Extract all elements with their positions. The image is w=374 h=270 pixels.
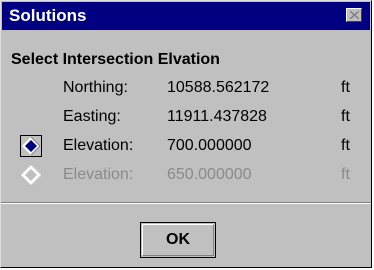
radio-diamond-selected-icon <box>22 137 40 155</box>
close-icon <box>350 11 359 19</box>
title-bar: Solutions <box>2 2 370 30</box>
easting-label: Easting: <box>63 108 121 125</box>
easting-row: Easting: 11911.437828 ft <box>1 108 373 130</box>
elevation-650-unit: ft <box>341 166 350 183</box>
radio-diamond-unselected-icon <box>21 164 42 186</box>
northing-row: Northing: 10588.562172 ft <box>1 79 373 101</box>
elevation-option-650: Elevation: 650.000000 ft <box>1 164 373 190</box>
window-title: Solutions <box>9 6 87 25</box>
elevation-option-700[interactable]: Elevation: 700.000000 ft <box>1 135 373 159</box>
northing-value: 10588.562172 <box>167 79 270 96</box>
divider <box>1 202 371 204</box>
elevation-650-radio <box>21 164 42 190</box>
elevation-700-value: 700.000000 <box>167 137 252 154</box>
elevation-650-label: Elevation: <box>63 166 134 183</box>
solutions-dialog: Solutions Select Intersection Elvation N… <box>0 0 372 268</box>
ok-button-label: OK <box>142 224 214 256</box>
elevation-650-value: 650.000000 <box>167 166 252 183</box>
close-button[interactable] <box>346 8 362 22</box>
easting-value: 11911.437828 <box>167 108 267 125</box>
dialog-heading: Select Intersection Elvation <box>11 51 220 68</box>
northing-label: Northing: <box>63 79 128 96</box>
easting-unit: ft <box>341 108 350 125</box>
elevation-700-unit: ft <box>341 137 350 154</box>
elevation-700-radio[interactable] <box>20 135 42 157</box>
elevation-700-label: Elevation: <box>63 137 134 154</box>
northing-unit: ft <box>341 79 350 96</box>
ok-button[interactable]: OK <box>140 222 216 258</box>
